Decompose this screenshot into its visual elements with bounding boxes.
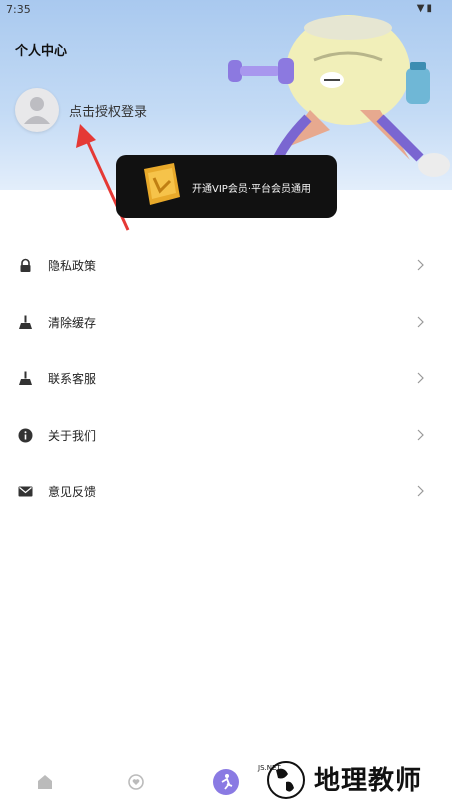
chevron-right-icon: [417, 485, 424, 497]
lock-icon: [20, 258, 31, 272]
menu-item-feedback[interactable]: 意见反馈: [0, 463, 452, 520]
globe-logo-icon: JS.NET: [257, 761, 305, 799]
menu-label: 联系客服: [48, 372, 97, 386]
page-title: 个人中心: [15, 44, 68, 59]
broom-icon: [19, 315, 32, 329]
settings-menu: 隐私政策 清除缓存 联系客服 关于我们 意见反馈: [0, 237, 452, 520]
vip-banner[interactable]: 开通VIP会员·平台会员通用: [116, 155, 337, 218]
watermark: JS.NET 地理教师: [248, 752, 452, 804]
user-icon: [24, 97, 50, 124]
fitness-icon[interactable]: [212, 768, 240, 796]
menu-label: 隐私政策: [48, 259, 97, 273]
vip-crown-icon: [144, 163, 180, 205]
status-time: 7:35: [6, 3, 31, 16]
chevron-right-icon: [417, 259, 424, 271]
vip-banner-text: 开通VIP会员·平台会员通用: [192, 184, 311, 195]
heart-icon[interactable]: [122, 768, 150, 796]
chevron-right-icon: [417, 372, 424, 384]
broom-icon: [19, 371, 32, 385]
menu-item-about-us[interactable]: 关于我们: [0, 407, 452, 464]
menu-item-contact-support[interactable]: 联系客服: [0, 350, 452, 407]
menu-label: 清除缓存: [48, 315, 97, 330]
watermark-text: 地理教师: [314, 766, 423, 796]
menu-item-clear-cache[interactable]: 清除缓存: [0, 294, 452, 351]
menu-item-privacy[interactable]: 隐私政策: [0, 237, 452, 294]
chevron-right-icon: [417, 429, 424, 440]
info-icon: [18, 428, 33, 442]
mail-icon: [18, 486, 33, 497]
chevron-right-icon: [417, 316, 424, 327]
menu-label: 意见反馈: [48, 485, 97, 499]
svg-text:JS.NET: JS.NET: [257, 764, 281, 772]
menu-label: 关于我们: [48, 428, 97, 443]
avatar[interactable]: [15, 88, 59, 132]
home-icon[interactable]: [31, 768, 59, 796]
